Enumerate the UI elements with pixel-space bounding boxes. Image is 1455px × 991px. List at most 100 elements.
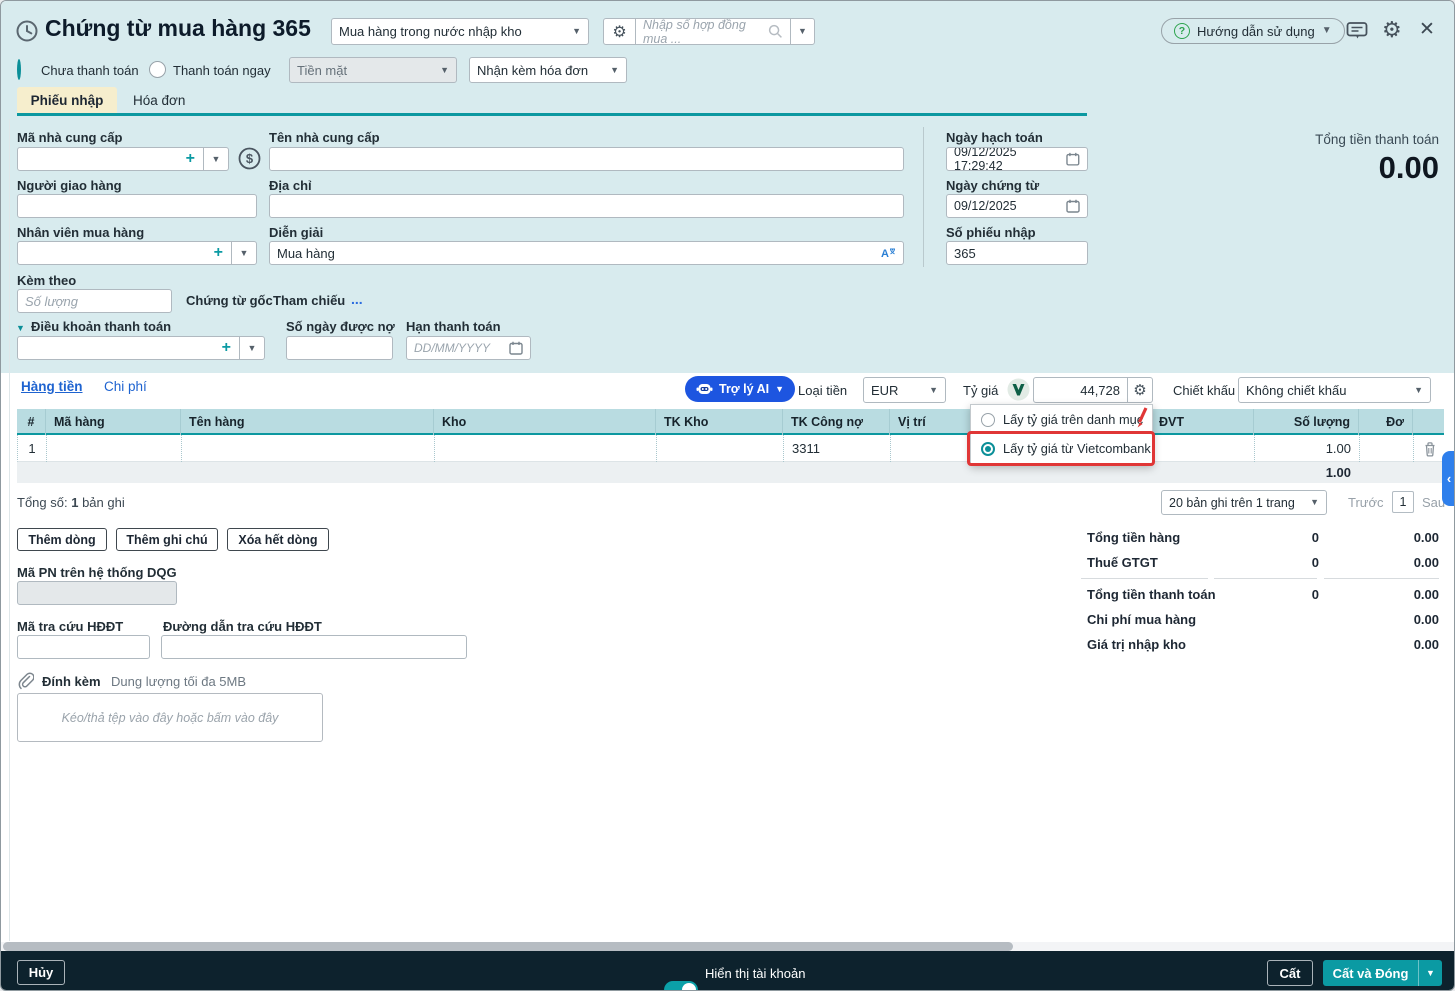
add-payment-term-icon[interactable]: + [222,340,239,356]
doc-date-input[interactable]: 09/12/2025 [946,194,1088,218]
currency-select[interactable]: EUR ▼ [863,377,946,403]
debt-days-input[interactable] [286,336,393,360]
tab-cost[interactable]: Chi phí [104,379,147,394]
cell-quantity[interactable]: 1.00 [1255,435,1360,462]
payment-method-select[interactable]: Tiền mặt ▼ [289,57,457,83]
money-icon[interactable]: $ [238,147,261,175]
lookup-url-input[interactable] [161,635,467,659]
supplier-name-input[interactable] [269,147,904,171]
calendar-icon[interactable] [509,341,523,355]
add-row-button[interactable]: Thêm dòng [17,528,107,551]
save-close-dropdown[interactable]: ▼ [1418,960,1442,986]
cell-tk-kho[interactable] [657,435,784,462]
tab-receipt-label: Phiếu nhập [31,93,104,108]
payment-terms-input[interactable]: + ▼ [17,336,265,360]
rate-option-catalog[interactable]: Lấy tỷ giá trên danh mục [971,405,1152,434]
trash-icon[interactable] [1423,441,1437,457]
clear-rows-button[interactable]: Xóa hết dòng [227,528,329,551]
cell-item-name[interactable] [182,435,435,462]
cell-item-code[interactable] [47,435,182,462]
tab-receipt[interactable]: Phiếu nhập [17,87,117,114]
due-date-input[interactable]: DD/MM/YYYY [406,336,531,360]
record-count-suffix: bản ghi [82,495,125,510]
help-icon: ? [1174,23,1190,39]
page-number-box[interactable]: 1 [1392,491,1414,513]
help-button[interactable]: ? Hướng dẫn sử dụng ▼ [1161,18,1345,44]
contract-settings-button[interactable]: ⚙ [604,19,635,44]
radio-unpaid[interactable] [17,59,21,80]
deliverer-input[interactable] [17,194,257,218]
radio-vietcombank[interactable] [981,442,995,456]
supplier-code-input[interactable]: + ▼ [17,147,229,171]
cancel-button[interactable]: Hủy [17,960,65,985]
buyer-input[interactable]: + ▼ [17,241,257,265]
summary-label-4: Giá trị nhập kho [1087,637,1186,652]
cell-index[interactable]: 1 [18,435,47,462]
radio-pay-now[interactable] [149,61,166,78]
table-header-row: # Mã hàng Tên hàng Kho TK Kho TK Công nợ… [17,409,1444,435]
address-input[interactable] [269,194,904,218]
vietcombank-icon[interactable] [1007,378,1030,406]
ai-assistant-button[interactable]: Trợ lý AI ▼ [685,376,795,402]
add-supplier-icon[interactable]: + [186,151,203,167]
add-note-button[interactable]: Thêm ghi chú [116,528,218,551]
cell-unit[interactable] [1152,435,1255,462]
collapse-caret-icon[interactable]: ▼ [16,323,25,333]
attached-placeholder: Số lượng [25,294,78,309]
lookup-code-input[interactable] [17,635,150,659]
tab-invoice[interactable]: Hóa đơn [133,93,185,108]
settings-gear-icon[interactable]: ⚙ [1382,17,1402,43]
buyer-label: Nhân viên mua hàng [17,225,144,240]
payment-terms-dropdown[interactable]: ▼ [239,337,264,359]
chevron-down-icon: ▼ [610,66,619,75]
record-count: Tổng số: 1 bản ghi [17,495,125,510]
horizontal-scrollbar-thumb[interactable] [3,942,1013,951]
supplier-code-dropdown[interactable]: ▼ [203,148,228,170]
contract-dropdown-button[interactable]: ▼ [790,19,814,44]
close-icon[interactable]: ✕ [1419,18,1435,41]
receipt-no-value: 365 [954,246,976,261]
calendar-icon[interactable] [1066,152,1080,166]
translate-icon[interactable]: A [880,246,896,260]
feedback-icon[interactable] [1346,21,1368,46]
tab-underline [17,113,1087,116]
cell-unit-price[interactable] [1360,435,1414,462]
buyer-dropdown[interactable]: ▼ [231,242,256,264]
save-close-button[interactable]: Cất và Đóng [1323,960,1418,986]
radio-catalog[interactable] [981,413,995,427]
invoice-mode-select[interactable]: Nhận kèm hóa đơn ▼ [469,57,627,83]
calendar-icon[interactable] [1066,199,1080,213]
more-link[interactable]: ... [351,291,363,307]
col-actions [1413,409,1444,435]
svg-text:A: A [881,248,889,260]
doc-type-select[interactable]: Mua hàng trong nước nhập kho ▼ [331,18,589,45]
add-buyer-icon[interactable]: + [214,245,231,261]
attached-input[interactable]: Số lượng [17,289,172,313]
attachment-dropzone[interactable]: Kéo/thả tệp vào đây hoặc bấm vào đây [17,693,323,742]
save-button[interactable]: Cất [1267,960,1313,986]
show-accounts-toggle[interactable] [664,981,698,991]
cell-tk-cong-no[interactable]: 3311 [784,435,891,462]
cell-warehouse[interactable] [435,435,657,462]
col-index: # [17,409,46,435]
rate-input[interactable]: 44,728 [1034,378,1127,402]
page-size-select[interactable]: 20 bản ghi trên 1 trang ▼ [1161,490,1327,515]
page-size-value: 20 bản ghi trên 1 trang [1169,496,1295,510]
receipt-no-input[interactable]: 365 [946,241,1088,265]
contract-search-input[interactable]: Nhập số hợp đồng mua ... [635,19,790,44]
rate-option-vietcombank[interactable]: Lấy tỷ giá từ Vietcombank [971,434,1152,463]
tab-invoice-label: Hóa đơn [133,93,185,108]
prev-page-button[interactable]: Trước [1348,495,1384,510]
summary-label-0: Tổng tiền hàng [1087,530,1180,545]
description-input[interactable]: Mua hàng A [269,241,904,265]
posting-date-input[interactable]: 09/12/2025 17:29:42 [946,147,1088,171]
discount-select[interactable]: Không chiết khấu ▼ [1238,377,1431,403]
gear-icon: ⚙ [612,22,626,42]
col-unit-price: Đơ [1359,409,1413,435]
tab-goods[interactable]: Hàng tiền [21,379,83,394]
rate-settings-button[interactable]: ⚙ [1127,378,1152,402]
history-icon[interactable] [14,18,40,49]
side-panel-toggle[interactable]: ‹ [1442,451,1455,506]
deliverer-label: Người giao hàng [17,178,122,193]
page-title: Chứng từ mua hàng 365 [45,15,311,42]
